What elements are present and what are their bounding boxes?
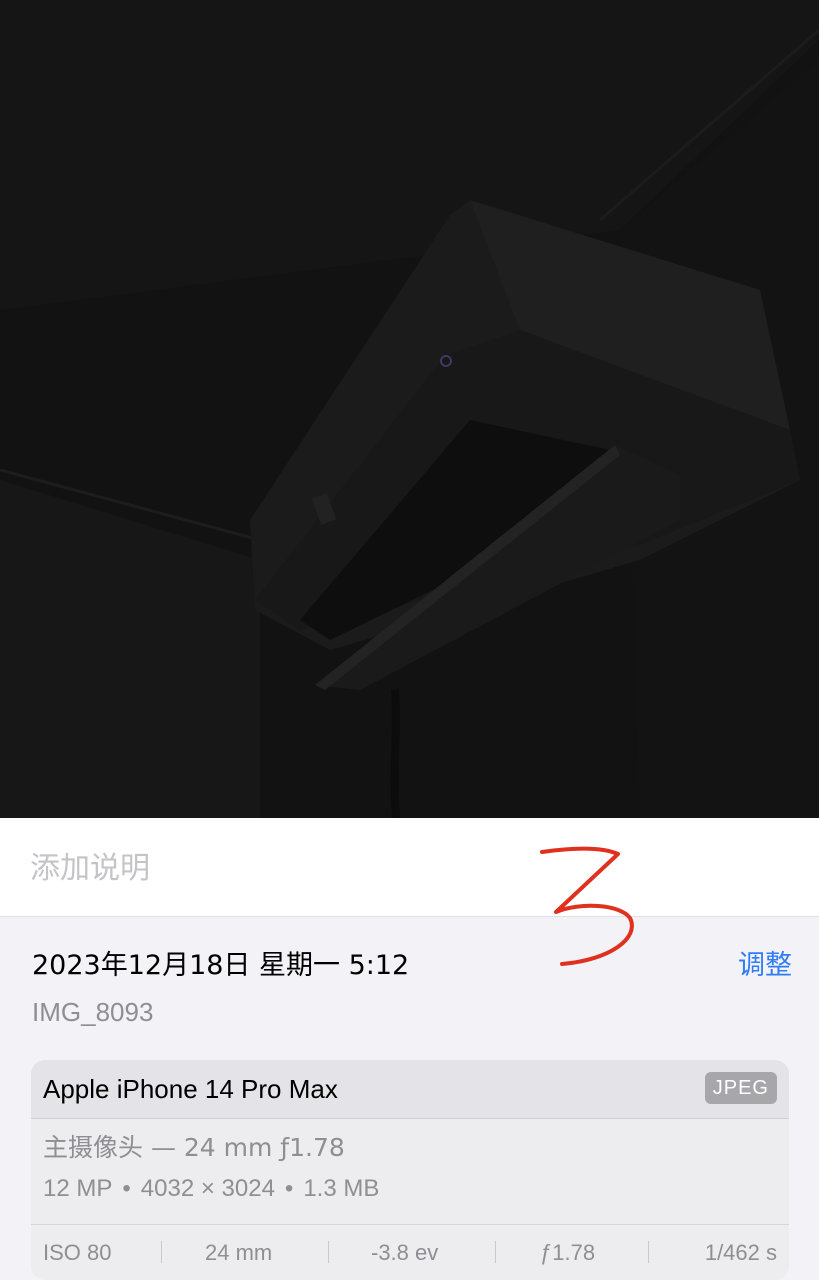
datetime-row: 2023年12月18日 星期一 5:12 调整: [32, 946, 792, 990]
exif-focal-length: 24 mm: [205, 1240, 273, 1265]
file-name: IMG_8093: [32, 997, 154, 1027]
exif-aperture: ƒ1.78: [540, 1240, 596, 1265]
caption-area: [0, 818, 819, 917]
caption-input[interactable]: [30, 848, 510, 888]
capture-datetime: 2023年12月18日 星期一 5:12: [32, 950, 410, 981]
adjust-button[interactable]: 调整: [738, 946, 792, 986]
format-badge: JPEG: [704, 1072, 777, 1104]
megapixels: 12 MP: [43, 1175, 113, 1202]
exif-divider: [495, 1241, 496, 1263]
exif-shutter-speed: 1/462 s: [704, 1240, 777, 1265]
exif-row: ISO 80 24 mm -3.8 ev ƒ1.78 1/462 s: [31, 1224, 789, 1280]
separator-dot: •: [284, 1175, 294, 1202]
file-size: 1.3 MB: [303, 1175, 380, 1202]
device-name: Apple iPhone 14 Pro Max: [43, 1074, 338, 1104]
separator-dot: •: [122, 1175, 131, 1202]
exif-divider: [161, 1241, 162, 1263]
exif-divider: [648, 1241, 649, 1263]
resolution: 4032 × 3024: [140, 1175, 275, 1202]
camera-card-header: Apple iPhone 14 Pro Max JPEG: [31, 1060, 789, 1119]
image-specs: 12 MP • 4032 × 3024 • 1.3 MB: [43, 1171, 379, 1207]
photo-preview[interactable]: [0, 0, 819, 818]
exif-iso: ISO 80: [43, 1240, 112, 1265]
exif-divider: [328, 1241, 329, 1263]
exif-exposure-value: -3.8 ev: [371, 1240, 439, 1265]
lens-info: 主摄像头 — 24 mm ƒ1.78: [43, 1133, 345, 1162]
camera-info-card: Apple iPhone 14 Pro Max JPEG 主摄像头 — 24 m…: [31, 1060, 789, 1280]
air-conditioner-photo: [0, 0, 819, 818]
